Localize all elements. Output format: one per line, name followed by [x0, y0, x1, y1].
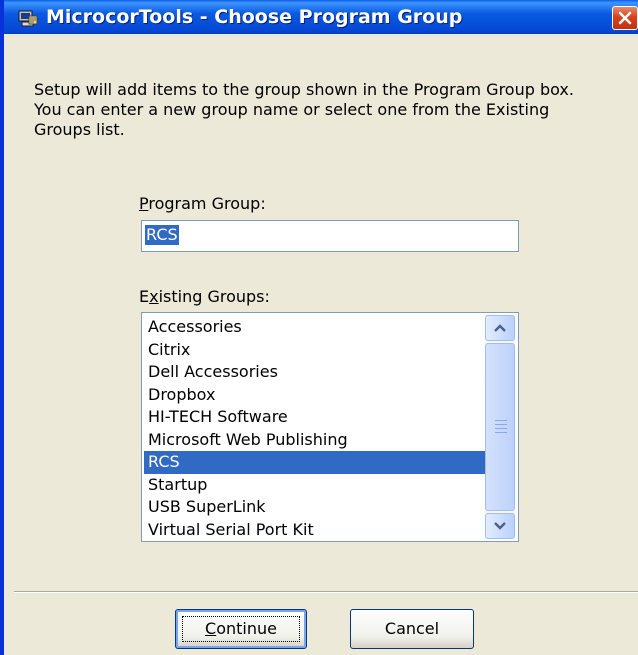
list-item[interactable]: Microsoft Web Publishing — [144, 429, 487, 452]
window-title: MicrocorTools - Choose Program Group — [46, 6, 463, 28]
existing-groups-list: Accessories Citrix Dell Accessories Drop… — [144, 316, 487, 541]
close-icon — [618, 11, 632, 25]
focus-rect — [182, 616, 300, 642]
list-item[interactable]: Dell Accessories — [144, 361, 487, 384]
description-line: Setup will add items to the group shown … — [34, 80, 574, 99]
chevron-up-icon — [494, 324, 506, 332]
continue-button[interactable]: Continue — [175, 609, 307, 649]
dialog-window: MicrocorTools - Choose Program Group Set… — [0, 0, 638, 655]
scroll-down-button[interactable] — [485, 513, 515, 539]
mnemonic: x — [149, 287, 159, 306]
program-group-value: RCS — [145, 225, 179, 245]
list-item[interactable]: HI-TECH Software — [144, 406, 487, 429]
existing-groups-listbox[interactable]: Accessories Citrix Dell Accessories Drop… — [141, 312, 519, 542]
existing-groups-label: Existing Groups: — [139, 287, 270, 306]
description-line: You can enter a new group name or select… — [34, 100, 550, 119]
close-button[interactable] — [612, 6, 638, 30]
divider — [14, 591, 638, 593]
label-text: isting Groups: — [158, 287, 270, 306]
title-bar[interactable]: MicrocorTools - Choose Program Group — [4, 0, 638, 34]
chevron-down-icon — [494, 522, 506, 530]
list-item[interactable]: Dropbox — [144, 384, 487, 407]
scrollbar-grip — [495, 420, 507, 436]
program-group-input[interactable]: RCS — [141, 220, 519, 252]
list-item[interactable]: USB SuperLink — [144, 496, 487, 519]
list-item[interactable]: Accessories — [144, 316, 487, 339]
setup-description: Setup will add items to the group shown … — [34, 80, 634, 140]
vertical-scrollbar[interactable] — [485, 315, 515, 539]
program-group-label: Program Group: — [139, 194, 266, 213]
list-item[interactable]: Virtual Serial Port Kit — [144, 519, 487, 542]
scrollbar-thumb[interactable] — [485, 343, 515, 511]
scroll-up-button[interactable] — [485, 315, 515, 341]
list-item[interactable]: Citrix — [144, 339, 487, 362]
cancel-button[interactable]: Cancel — [350, 609, 474, 649]
description-line: Groups list. — [34, 120, 125, 139]
label-text: rogram Group: — [148, 194, 266, 213]
installer-computer-icon — [18, 8, 38, 28]
mnemonic: P — [139, 194, 149, 213]
list-item[interactable]: Startup — [144, 474, 487, 497]
list-item-selected[interactable]: RCS — [144, 451, 487, 474]
label-text: E — [139, 287, 150, 306]
